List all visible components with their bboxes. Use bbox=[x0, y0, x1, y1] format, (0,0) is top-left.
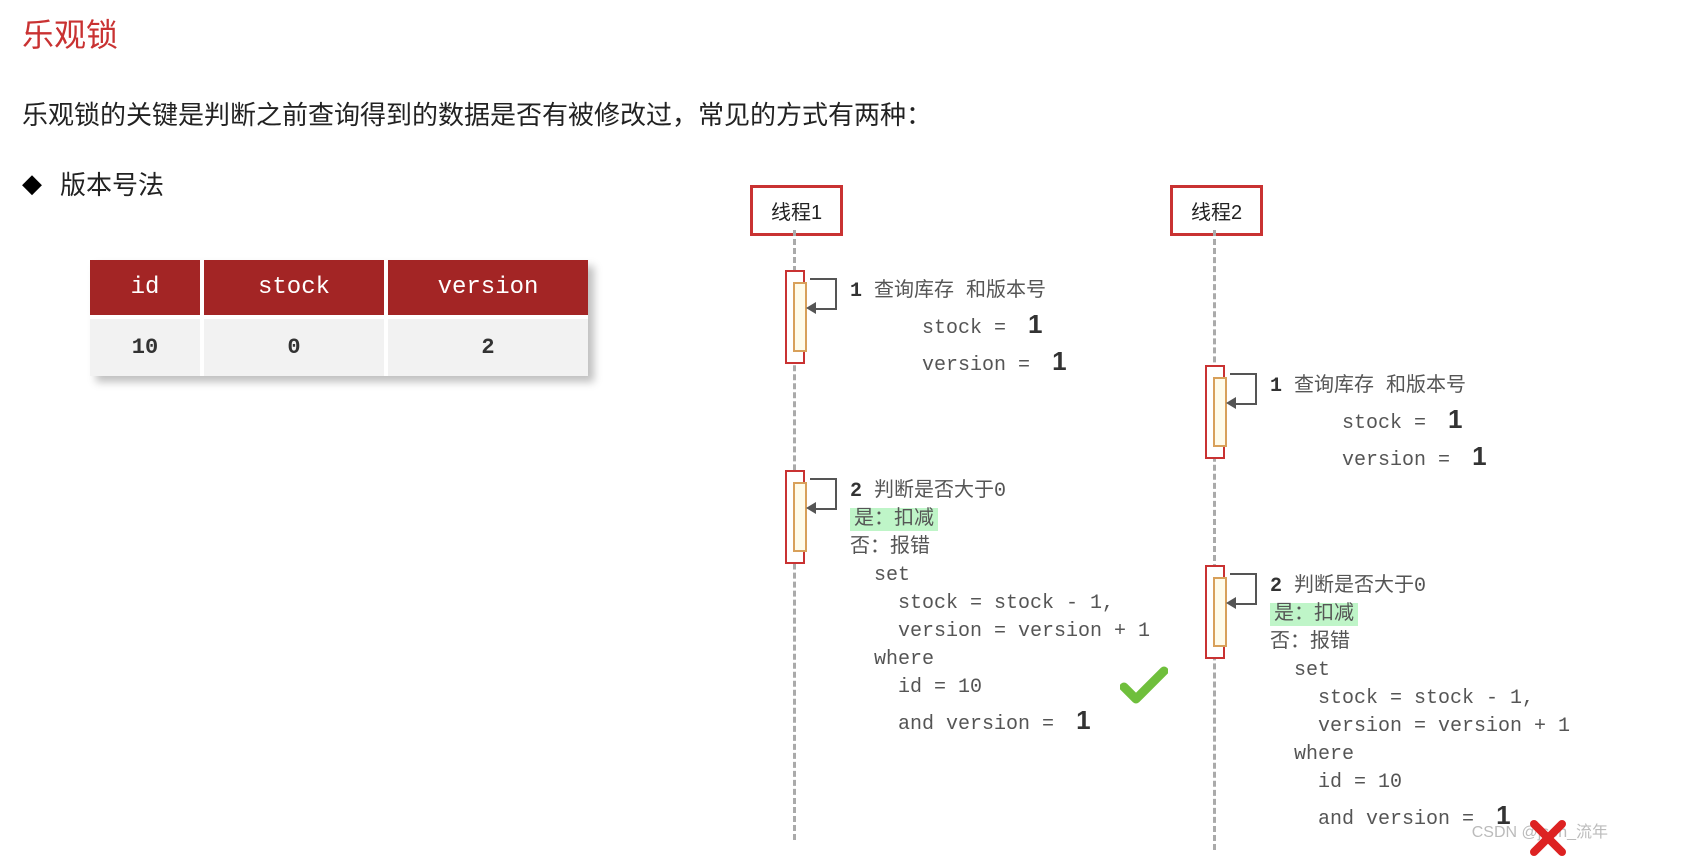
step-no: 否：报错 bbox=[850, 536, 930, 559]
version-label: version = bbox=[1342, 449, 1450, 472]
diagram-page: 乐观锁 乐观锁的关键是判断之前查询得到的数据是否有被修改过，常见的方式有两种： … bbox=[0, 0, 1698, 854]
arrow-head-icon bbox=[806, 302, 816, 314]
arrow-head-icon bbox=[1226, 397, 1236, 409]
th-version: version bbox=[386, 260, 588, 317]
check-icon bbox=[1120, 665, 1168, 710]
step-yes: 是：扣减 bbox=[1270, 603, 1358, 626]
sql-set: set bbox=[874, 564, 910, 587]
arrow-line bbox=[835, 478, 837, 508]
sql-line: and version = bbox=[1318, 808, 1474, 831]
thread2-lifeline bbox=[1213, 230, 1216, 850]
arrow-line bbox=[835, 278, 837, 308]
bullet-icon: ◆ bbox=[22, 168, 42, 199]
td-version: 2 bbox=[386, 317, 588, 376]
thread1-step2-inner bbox=[793, 482, 807, 552]
version-label: version = bbox=[922, 354, 1030, 377]
page-description: 乐观锁的关键是判断之前查询得到的数据是否有被修改过，常见的方式有两种： bbox=[22, 95, 932, 132]
arrow-line bbox=[1255, 573, 1257, 603]
page-title: 乐观锁 bbox=[22, 10, 118, 56]
step-num: 1 bbox=[850, 280, 862, 303]
thread1-box: 线程1 bbox=[750, 185, 843, 236]
sql-line: id = 10 bbox=[1318, 771, 1402, 794]
sql-where: where bbox=[1294, 743, 1354, 766]
arrow-line bbox=[1230, 373, 1255, 375]
thread2-box: 线程2 bbox=[1170, 185, 1263, 236]
thread1-step1-text: 1 查询库存 和版本号 stock = 1 version = 1 bbox=[850, 278, 1067, 380]
sql-line: stock = stock - 1, bbox=[898, 592, 1114, 615]
arrow-head-icon bbox=[1226, 597, 1236, 609]
step-yes: 是：扣减 bbox=[850, 508, 938, 531]
sql-line: version = version + 1 bbox=[1318, 715, 1570, 738]
thread2-step2-text: 2 判断是否大于0 是：扣减 否：报错 set stock = stock - … bbox=[1270, 573, 1570, 834]
step-title: 查询库存 和版本号 bbox=[874, 280, 1046, 303]
sql-line: version = version + 1 bbox=[898, 620, 1150, 643]
stock-value: 1 bbox=[1448, 404, 1462, 434]
step-title: 判断是否大于0 bbox=[874, 480, 1006, 503]
thread1-step2-text: 2 判断是否大于0 是：扣减 否：报错 set stock = stock - … bbox=[850, 478, 1150, 739]
data-table: id stock version 10 0 2 bbox=[90, 260, 588, 376]
sql-version-val: 1 bbox=[1496, 800, 1510, 830]
sql-set: set bbox=[1294, 659, 1330, 682]
thread2-label: 线程2 bbox=[1191, 202, 1242, 224]
td-id: 10 bbox=[90, 317, 202, 376]
cross-icon bbox=[1530, 820, 1566, 861]
step-num: 2 bbox=[850, 480, 862, 503]
th-stock: stock bbox=[202, 260, 386, 317]
thread2-step1-text: 1 查询库存 和版本号 stock = 1 version = 1 bbox=[1270, 373, 1487, 475]
sql-line: id = 10 bbox=[898, 676, 982, 699]
stock-label: stock = bbox=[922, 317, 1006, 340]
thread2-step1-inner bbox=[1213, 377, 1227, 447]
arrow-line bbox=[810, 278, 835, 280]
thread2-step2-inner bbox=[1213, 577, 1227, 647]
stock-value: 1 bbox=[1028, 309, 1042, 339]
sql-where: where bbox=[874, 648, 934, 671]
arrow-line bbox=[1230, 573, 1255, 575]
sql-version-val: 1 bbox=[1076, 705, 1090, 735]
step-title: 判断是否大于0 bbox=[1294, 575, 1426, 598]
bullet-version-method: ◆ 版本号法 bbox=[22, 165, 164, 202]
thread1-label: 线程1 bbox=[771, 202, 822, 224]
bullet-text: 版本号法 bbox=[60, 165, 164, 202]
arrow-line bbox=[1255, 373, 1257, 403]
sql-line: stock = stock - 1, bbox=[1318, 687, 1534, 710]
sql-line: and version = bbox=[898, 713, 1054, 736]
arrow-line bbox=[810, 478, 835, 480]
step-no: 否：报错 bbox=[1270, 631, 1350, 654]
version-value: 1 bbox=[1472, 441, 1486, 471]
arrow-head-icon bbox=[806, 502, 816, 514]
stock-label: stock = bbox=[1342, 412, 1426, 435]
step-num: 2 bbox=[1270, 575, 1282, 598]
td-stock: 0 bbox=[202, 317, 386, 376]
step-title: 查询库存 和版本号 bbox=[1294, 375, 1466, 398]
th-id: id bbox=[90, 260, 202, 317]
step-num: 1 bbox=[1270, 375, 1282, 398]
version-value: 1 bbox=[1052, 346, 1066, 376]
thread1-step1-inner bbox=[793, 282, 807, 352]
